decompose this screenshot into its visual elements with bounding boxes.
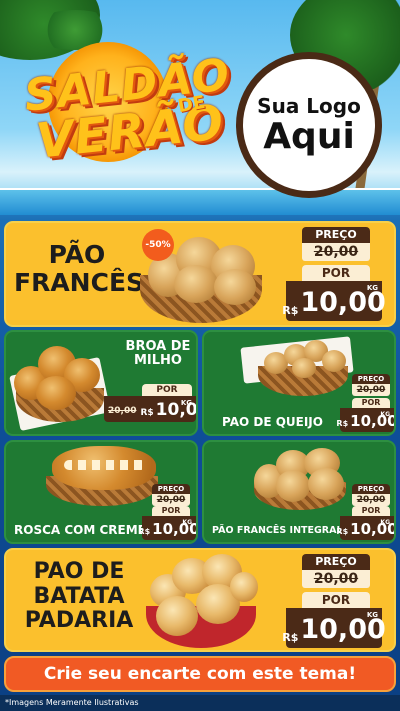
cheese-bread [292, 358, 316, 378]
product-name-line: MILHO [134, 353, 182, 369]
unit-label: KG [180, 399, 192, 407]
product-card-rosca-com-creme[interactable]: PREÇO 20,00 POR ROSCA COM CREME R$ 10,00… [4, 440, 198, 544]
product-card-pao-de-batata[interactable]: PAO DE BATATA PADARIA PREÇO 20,00 POR R$… [4, 548, 396, 652]
por-label: POR [152, 506, 190, 516]
product-name-line: BROA DE [125, 339, 191, 354]
old-price: 20,00 [352, 384, 390, 396]
preco-label: PREÇO [352, 484, 390, 494]
product-card-pao-frances[interactable]: PÃO FRANCÊS -50% PREÇO 20,00 POR R$ 10,0… [4, 221, 396, 327]
bread-roll [276, 470, 310, 502]
currency-symbol: R$ [140, 408, 154, 418]
unit-label: KG [380, 411, 390, 418]
new-price: R$ 10,00 KG [336, 516, 394, 540]
cta-button[interactable]: Crie seu encarte com este tema! [4, 656, 396, 692]
product-name-line: BATATA [33, 583, 125, 609]
product-name: PAO DE BATATA PADARIA [12, 559, 146, 634]
product-name: PÃO FRANCÊS [14, 240, 145, 297]
por-label: POR [352, 398, 390, 408]
currency-symbol: R$ [336, 419, 349, 428]
currency-symbol: R$ [282, 631, 299, 644]
unit-label: KG [380, 519, 390, 526]
unit-label: KG [366, 284, 378, 292]
old-price: 20,00 [352, 494, 390, 506]
product-name: BROA DE MILHO [118, 339, 196, 369]
unit-label: KG [182, 519, 192, 526]
broa-bread [36, 376, 76, 410]
product-card-pao-de-queijo[interactable]: PREÇO 20,00 PAO DE QUEIJO POR R$ 10,00 K… [202, 330, 396, 436]
new-price: R$ 10,00 KG [138, 516, 196, 540]
old-price: 20,00 [302, 243, 370, 261]
sea-waves [0, 188, 400, 215]
product-name-line: PADARIA [24, 608, 134, 634]
cheese-bread [322, 350, 346, 372]
potato-bread [230, 572, 258, 602]
potato-bread [156, 596, 198, 636]
new-price: R$ 10,00 KG [336, 408, 394, 432]
currency-symbol: R$ [336, 527, 349, 536]
currency-symbol: R$ [282, 304, 299, 317]
footer-disclaimer: *Imagens Meramente Ilustrativas [0, 695, 400, 711]
product-name: PÃO FRANCÊS INTEGRAL [212, 525, 343, 536]
currency-symbol: R$ [138, 527, 151, 536]
por-label: POR [352, 506, 390, 516]
product-name: PAO DE QUEIJO [222, 415, 323, 429]
old-price: 20,00 [152, 494, 190, 506]
bread-roll [214, 269, 256, 305]
new-price: R$ 10,00 KG [282, 281, 386, 321]
por-label: POR [302, 265, 370, 281]
cream-filling [64, 460, 146, 470]
preco-label: PREÇO [352, 374, 390, 384]
preco-label: PREÇO [302, 554, 370, 570]
preco-label: PREÇO [152, 484, 190, 494]
product-card-broa-de-milho[interactable]: BROA DE MILHO POR 20,00 R$ 10,00 KG [4, 330, 198, 436]
old-price-inline: 20,00 [108, 406, 137, 416]
preco-label: PREÇO [302, 227, 370, 243]
por-label: POR [142, 384, 192, 396]
product-name-line: FRANCÊS [14, 268, 145, 297]
product-name: ROSCA COM CREME [14, 523, 146, 537]
header-banner: SALDÃO VERÃO DE Sua Logo Aqui [0, 0, 400, 215]
product-card-pao-frances-integral[interactable]: PREÇO 20,00 POR PÃO FRANCÊS INTEGRAL R$ … [202, 440, 396, 544]
unit-label: KG [366, 611, 378, 619]
bread-roll [174, 265, 218, 303]
product-name-line: PÃO [48, 240, 106, 269]
product-name-line: PAO DE [33, 559, 125, 584]
logo-text-line2: Aqui [263, 116, 355, 158]
old-price: 20,00 [302, 570, 370, 588]
logo-text-line1: Sua Logo [257, 94, 361, 119]
por-label: POR [302, 592, 370, 608]
logo-placeholder[interactable]: Sua Logo Aqui [236, 52, 382, 198]
new-price: R$ 10,00 KG [282, 608, 386, 648]
price-bar: 20,00 R$ 10,00 KG [104, 396, 196, 422]
discount-badge: -50% [142, 229, 174, 261]
bread-roll [308, 468, 344, 500]
